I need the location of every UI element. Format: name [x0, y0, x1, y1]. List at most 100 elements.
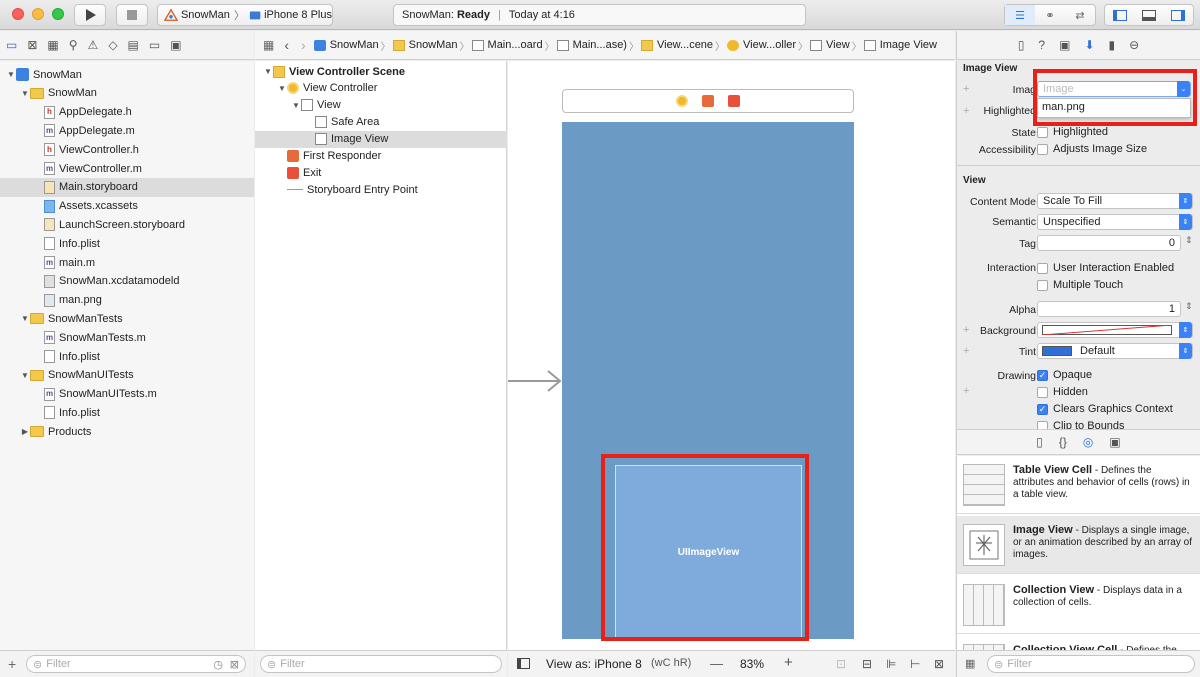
first-responder-icon[interactable] [702, 95, 714, 107]
state-highlighted-checkbox[interactable]: Highlighted [1037, 126, 1108, 138]
nav-item[interactable]: m AppDelegate.m [0, 121, 254, 140]
test-navigator-icon[interactable]: ◇ [108, 38, 117, 52]
attributes-inspector-icon[interactable]: ⬇ [1084, 38, 1094, 52]
embed-in-icon[interactable]: ⊟ [862, 657, 872, 671]
stop-button[interactable] [116, 4, 148, 26]
library-filter-input[interactable]: ⊜ Filter [987, 655, 1195, 673]
project-navigator-icon[interactable]: ▭ [6, 38, 17, 52]
outline-item[interactable]: Image View [255, 130, 507, 148]
file-template-icon[interactable]: ▯ [1036, 435, 1043, 449]
semantic-select[interactable]: Unspecified ⇕ [1037, 214, 1193, 230]
disclosure-open-icon[interactable]: ▼ [20, 314, 30, 323]
checkbox-box[interactable] [1037, 279, 1048, 291]
run-button[interactable] [74, 4, 106, 26]
nav-item[interactable]: Info.plist [0, 234, 254, 253]
multiple-touch-checkbox[interactable]: Multiple Touch [1037, 279, 1123, 291]
nav-item[interactable]: ▶ Products [0, 422, 254, 441]
symbol-navigator-icon[interactable]: ▦ [47, 38, 58, 52]
breadcrumb-item[interactable]: SnowMan [313, 39, 379, 51]
adjusts-image-size-checkbox[interactable]: Adjusts Image Size [1037, 143, 1147, 155]
object-library-icon[interactable]: ◎ [1083, 435, 1093, 449]
nav-item[interactable]: h AppDelegate.h [0, 103, 254, 122]
breadcrumb-item[interactable]: SnowMan [392, 39, 458, 51]
nav-item[interactable]: Assets.xcassets [0, 197, 254, 216]
nav-item[interactable]: ▼ SnowMan [0, 84, 254, 103]
outline-filter-input[interactable]: ⊜ Filter [260, 655, 502, 673]
recent-files-icon[interactable]: ◷ [213, 658, 223, 671]
nav-item[interactable]: m SnowManUITests.m [0, 385, 254, 404]
standard-editor-icon[interactable]: ☰ [1005, 5, 1035, 25]
outline-item[interactable]: Storyboard Entry Point [255, 181, 507, 198]
nav-item[interactable]: ▼ SnowManUITests [0, 366, 254, 385]
outline-item[interactable]: ▼ View Controller Scene [255, 63, 507, 80]
add-variation-icon[interactable]: + [963, 324, 969, 336]
exit-icon[interactable] [728, 95, 740, 107]
clears-graphics-checkbox[interactable]: ✓ Clears Graphics Context [1037, 403, 1173, 415]
outline-item[interactable]: Safe Area [255, 114, 507, 131]
alpha-stepper[interactable]: ⇕ [1185, 301, 1193, 312]
checkbox-checked-icon[interactable]: ✓ [1037, 403, 1048, 415]
add-variation-icon[interactable]: + [963, 345, 969, 357]
align-icon[interactable]: ⊫ [886, 657, 896, 671]
disclosure-closed-icon[interactable]: ▶ [20, 427, 30, 436]
close-window-button[interactable] [12, 8, 24, 20]
storyboard-canvas[interactable]: UIImageView [508, 61, 955, 650]
opaque-checkbox[interactable]: ✓ Opaque [1037, 369, 1092, 381]
resolve-layout-icon[interactable]: ⊠ [934, 657, 944, 671]
file-inspector-icon[interactable]: ▯ [1018, 38, 1025, 52]
assistant-editor-icon[interactable]: ⚭ [1035, 5, 1065, 25]
add-icon[interactable]: + [8, 656, 16, 672]
nav-item[interactable]: m SnowManTests.m [0, 328, 254, 347]
zoom-window-button[interactable] [52, 8, 64, 20]
quick-help-icon[interactable]: ? [1038, 38, 1045, 52]
panel-toggles[interactable] [1104, 4, 1194, 26]
view-controller-icon[interactable] [676, 95, 688, 107]
forward-arrow-icon[interactable]: › [301, 37, 306, 53]
checkbox-box[interactable] [1037, 143, 1048, 155]
nav-item[interactable]: Info.plist [0, 403, 254, 422]
tag-stepper[interactable]: ⇕ [1185, 235, 1193, 246]
grid-view-icon[interactable]: ▦ [965, 657, 975, 670]
toggle-debug-area-icon[interactable] [1134, 5, 1163, 25]
issue-warning-icon[interactable]: ⚠ [88, 38, 99, 52]
report-navigator-icon[interactable]: ▣ [170, 38, 181, 52]
outline-item[interactable]: ▼ View Controller [255, 80, 507, 97]
update-frames-icon[interactable]: ⊡ [836, 657, 846, 671]
nav-item[interactable]: LaunchScreen.storyboard [0, 215, 254, 234]
entry-point-arrow-icon[interactable] [508, 369, 564, 393]
toggle-navigator-icon[interactable] [1105, 5, 1134, 25]
alpha-field[interactable]: 1 [1037, 301, 1181, 317]
related-items-icon[interactable]: ▦ [263, 38, 274, 52]
scene-dock[interactable] [562, 89, 854, 113]
identity-inspector-icon[interactable]: ▣ [1059, 38, 1070, 52]
add-variation-icon[interactable]: + [963, 105, 969, 117]
pin-icon[interactable]: ⊢ [910, 657, 920, 671]
library-item[interactable]: Collection View Cell - Defines the [957, 636, 1200, 650]
breakpoint-icon[interactable]: ▭ [149, 38, 160, 52]
nav-item[interactable]: m ViewController.m [0, 159, 254, 178]
version-editor-icon[interactable]: ⇄ [1065, 5, 1095, 25]
zoom-in-button[interactable]: + [784, 654, 793, 671]
outline-item[interactable]: ▼ View [255, 97, 507, 114]
toggle-utilities-icon[interactable] [1164, 5, 1193, 25]
background-color-select[interactable]: ⇕ [1037, 322, 1193, 338]
outline-item[interactable]: Exit [255, 164, 507, 181]
checkbox-box[interactable] [1037, 420, 1048, 429]
checkbox-checked-icon[interactable]: ✓ [1037, 369, 1048, 381]
breadcrumb-item[interactable]: Main...ase) [556, 39, 627, 51]
toggle-outline-icon[interactable] [517, 658, 530, 669]
debug-navigator-icon[interactable]: ▤ [128, 38, 139, 52]
library-item[interactable]: Table View Cell - Defines the attributes… [957, 456, 1200, 514]
nav-item[interactable]: h ViewController.h [0, 140, 254, 159]
tint-color-select[interactable]: Default ⇕ [1037, 343, 1193, 359]
checkbox-box[interactable] [1037, 126, 1048, 138]
code-snippet-icon[interactable]: {} [1059, 435, 1067, 449]
disclosure-open-icon[interactable]: ▼ [20, 89, 30, 98]
nav-item[interactable]: Main.storyboard [0, 177, 254, 197]
connections-inspector-icon[interactable]: ⊖ [1129, 38, 1139, 52]
nav-item[interactable]: ▼ SnowManTests [0, 309, 254, 328]
clip-to-bounds-checkbox[interactable]: Clip to Bounds [1037, 420, 1125, 429]
nav-item[interactable]: SnowMan.xcdatamodeld [0, 272, 254, 291]
nav-item[interactable]: m main.m [0, 253, 254, 272]
view-as-label[interactable]: View as: iPhone 8 [546, 657, 642, 671]
